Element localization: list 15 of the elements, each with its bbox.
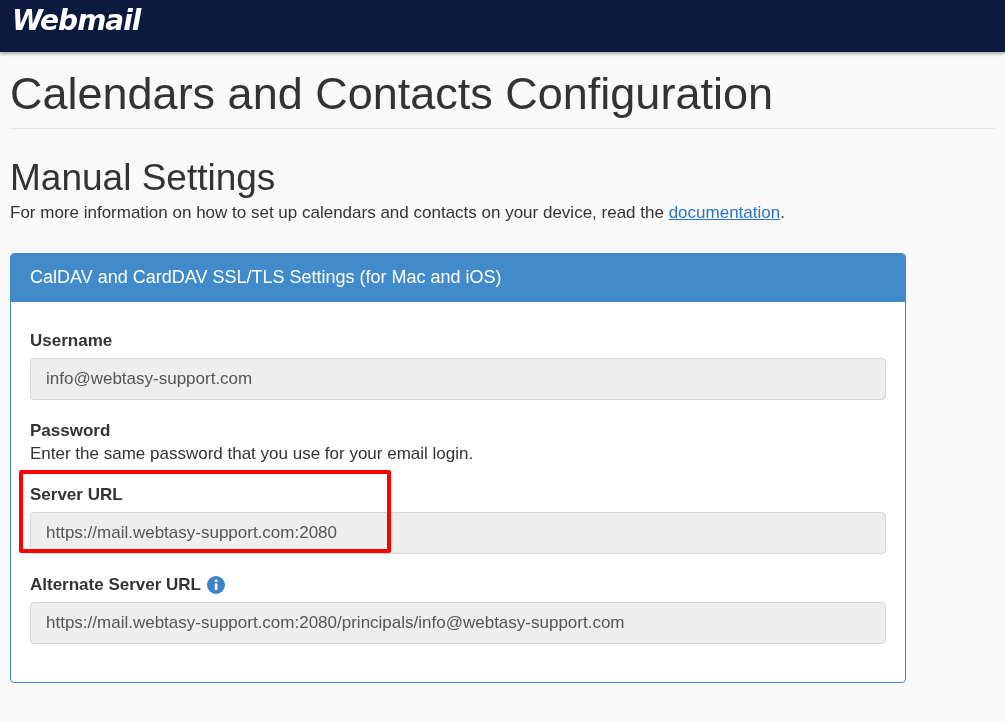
help-text: Enter the same password that you use for your email login. bbox=[30, 444, 475, 464]
page-title: Calendars and Contacts Configuration bbox=[10, 68, 773, 120]
field-label: Password bbox=[30, 421, 111, 441]
documentation-link[interactable]: documentation bbox=[668, 203, 781, 222]
webmail-logo[interactable]: Webmail bbox=[12, 4, 141, 37]
text-field[interactable]: https://mail.webtasy-support.com:2080/principals/info@webtasy-support.com bbox=[30, 602, 886, 644]
section-title: Manual Settings bbox=[10, 157, 276, 199]
field-label: Server URL bbox=[30, 485, 123, 505]
panel-title: CalDAV and CardDAV SSL/TLS Settings (for Mac and iOS) bbox=[11, 254, 905, 302]
text-field[interactable]: https://mail.webtasy-support.com:2080 bbox=[30, 512, 886, 554]
text-field[interactable]: info@webtasy-support.com bbox=[30, 358, 886, 400]
intro-text: For more information on how to set up calendars and contacts on your device, read the documentation. bbox=[10, 203, 786, 223]
field-label: Username bbox=[30, 331, 113, 351]
field-label: Alternate Server URL bbox=[30, 575, 201, 595]
info-icon[interactable] bbox=[207, 576, 225, 594]
